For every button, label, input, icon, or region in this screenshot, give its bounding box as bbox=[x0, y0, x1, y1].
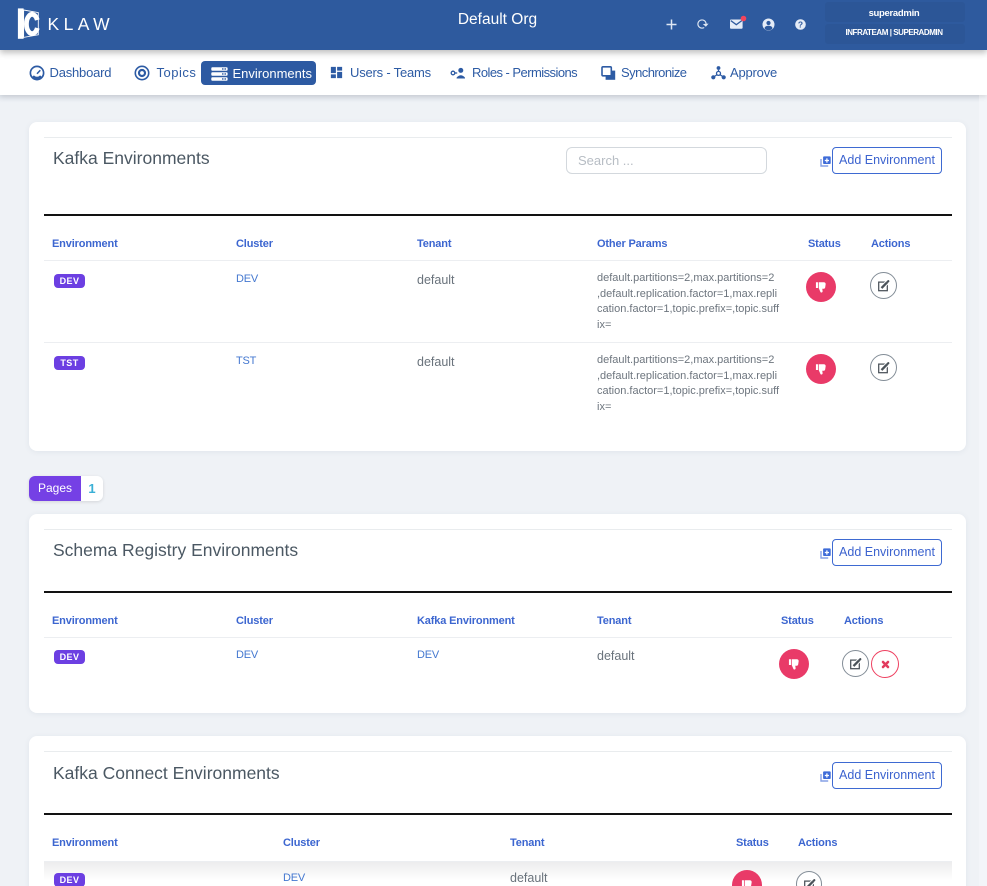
svg-text:?: ? bbox=[798, 19, 803, 29]
